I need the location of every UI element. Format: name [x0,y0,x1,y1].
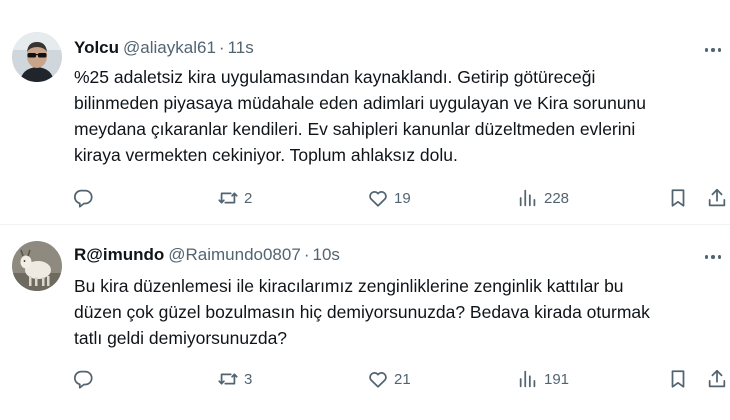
like-count: 19 [394,189,411,207]
retweet-button[interactable]: 3 [217,366,252,392]
retweet-button[interactable]: 2 [217,185,252,211]
retweet-count: 2 [244,189,253,207]
reply-icon [73,189,93,208]
views-count: 228 [544,189,570,207]
tweet[interactable]: Yolcu @aliaykal61 · 11s %25 adaletsiz kira … [0,0,730,224]
bookmark-icon [671,370,685,388]
action-bar: 3 21 191 [70,366,730,392]
timestamp[interactable]: 10s [312,245,339,264]
display-name[interactable]: R@imundo [74,245,164,264]
reply-button[interactable] [72,185,94,211]
display-name[interactable]: Yolcu [74,38,119,57]
avatar[interactable] [12,241,62,291]
views-button[interactable]: 191 [517,366,569,392]
more-icon[interactable] [700,247,726,267]
tweet-header: R@imundo @Raimundo0807 · 10s [74,245,690,265]
retweet-count: 3 [244,370,253,388]
bookmark-button[interactable] [667,185,689,211]
share-button[interactable] [706,366,728,392]
avatar-image [12,32,62,82]
retweet-icon [218,373,238,385]
action-bar: 2 19 228 [70,185,730,211]
reply-button[interactable] [72,366,94,392]
more-icon[interactable] [700,40,726,60]
share-icon [708,369,726,388]
tweet-header: Yolcu @aliaykal61 · 11s [74,38,690,58]
views-icon [519,189,536,207]
avatar[interactable] [12,32,62,82]
bookmark-button[interactable] [667,366,689,392]
retweet-icon [218,192,238,204]
avatar-image [12,241,62,291]
like-button[interactable]: 21 [367,366,411,392]
user-handle[interactable]: @aliaykal61 [123,38,216,57]
share-button[interactable] [706,185,728,211]
heart-icon [369,191,387,207]
timestamp[interactable]: 11s [228,38,254,57]
views-count: 191 [544,370,570,388]
reply-icon [73,370,93,389]
heart-icon [369,372,387,388]
separator: · [218,38,225,57]
tweet-text: %25 adaletsiz kira uygulamasından kaynak… [74,67,647,165]
like-count: 21 [394,370,411,388]
views-icon [519,370,536,388]
tweet-text: Bu kira düzenlemesi ile kiracılarımız ze… [74,276,650,348]
share-icon [708,188,726,207]
separator: · [303,245,310,264]
user-handle[interactable]: @Raimundo0807 [168,245,301,264]
views-button[interactable]: 228 [517,185,569,211]
tweet[interactable]: R@imundo @Raimundo0807 · 10s Bu kira düzenl… [0,225,730,420]
bookmark-icon [671,189,685,207]
like-button[interactable]: 19 [367,185,411,211]
